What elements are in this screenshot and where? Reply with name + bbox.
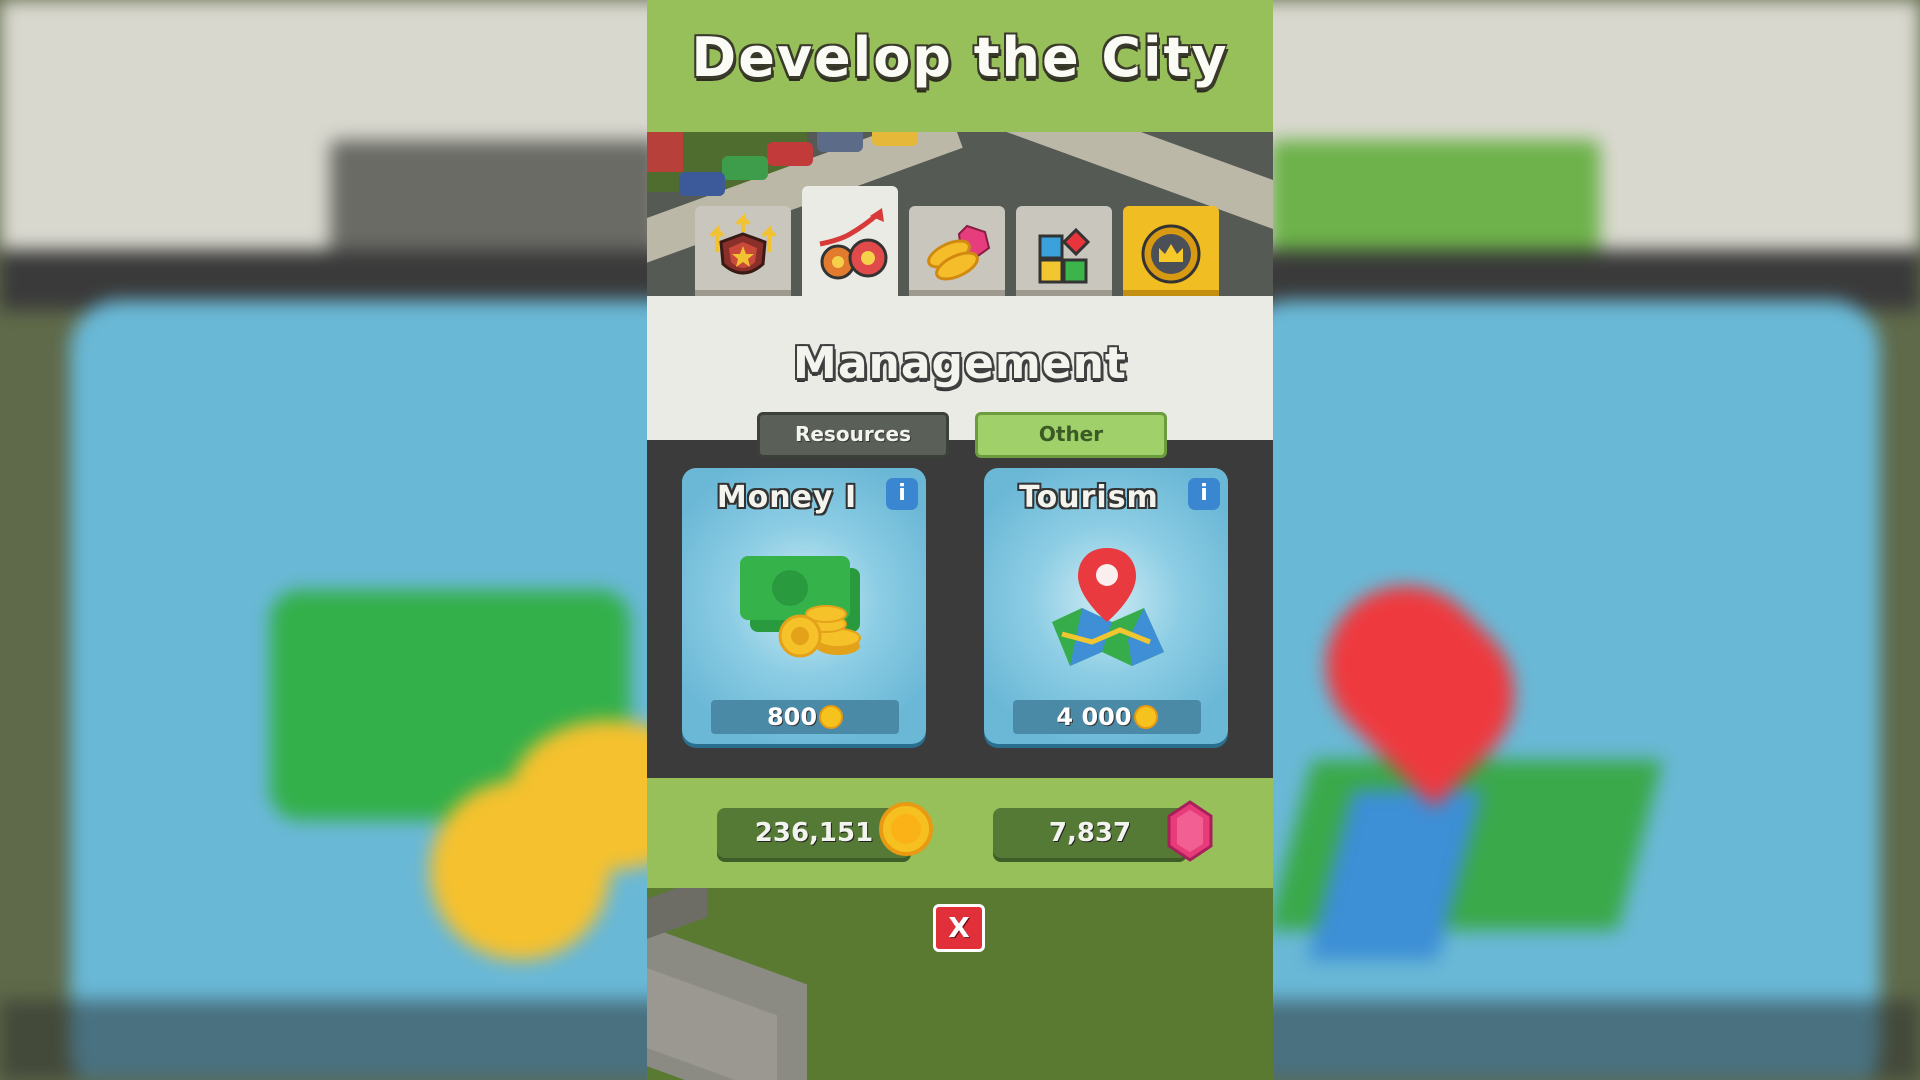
section-title: Management: [793, 338, 1127, 389]
price-bar: 800: [711, 700, 899, 734]
price-bar: 4 000: [1013, 700, 1201, 734]
gem-icon: [1167, 800, 1213, 862]
coin-icon: [879, 802, 933, 856]
coins-gem-icon: [927, 224, 991, 281]
card-title: Money I: [716, 480, 858, 515]
tab-upgrades[interactable]: [695, 206, 791, 296]
close-button[interactable]: X: [933, 904, 985, 952]
coin-icon: [1133, 705, 1158, 729]
shield-upgrade-icon: [709, 213, 777, 275]
info-button[interactable]: i: [1188, 478, 1220, 510]
page-title: Develop the City: [691, 26, 1229, 89]
tab-management[interactable]: [802, 186, 898, 298]
tab-shop[interactable]: [909, 206, 1005, 296]
crown-badge-icon: [1141, 224, 1201, 284]
game-screen: Develop the City Management Resources Ot…: [647, 0, 1273, 1080]
gems-counter: 7,837: [993, 808, 1187, 858]
color-blocks-icon: [1038, 227, 1091, 284]
card-money[interactable]: Money I i 800: [682, 468, 926, 744]
money-coins-icon: [740, 556, 861, 658]
tab-premium[interactable]: [1123, 206, 1219, 296]
price-value: 800: [766, 703, 818, 731]
info-button[interactable]: i: [886, 478, 918, 510]
subtab-resources[interactable]: Resources: [757, 412, 949, 458]
gears-growth-icon: [819, 208, 888, 280]
subtab-other[interactable]: Other: [975, 412, 1167, 458]
price-value: 4 000: [1056, 703, 1132, 731]
card-tourism[interactable]: Tourism i 4 000: [984, 468, 1228, 744]
coin-icon: [819, 705, 844, 729]
card-title: Tourism: [1019, 480, 1159, 515]
tab-decorations[interactable]: [1016, 206, 1112, 296]
map-pin-icon: [1052, 548, 1164, 666]
